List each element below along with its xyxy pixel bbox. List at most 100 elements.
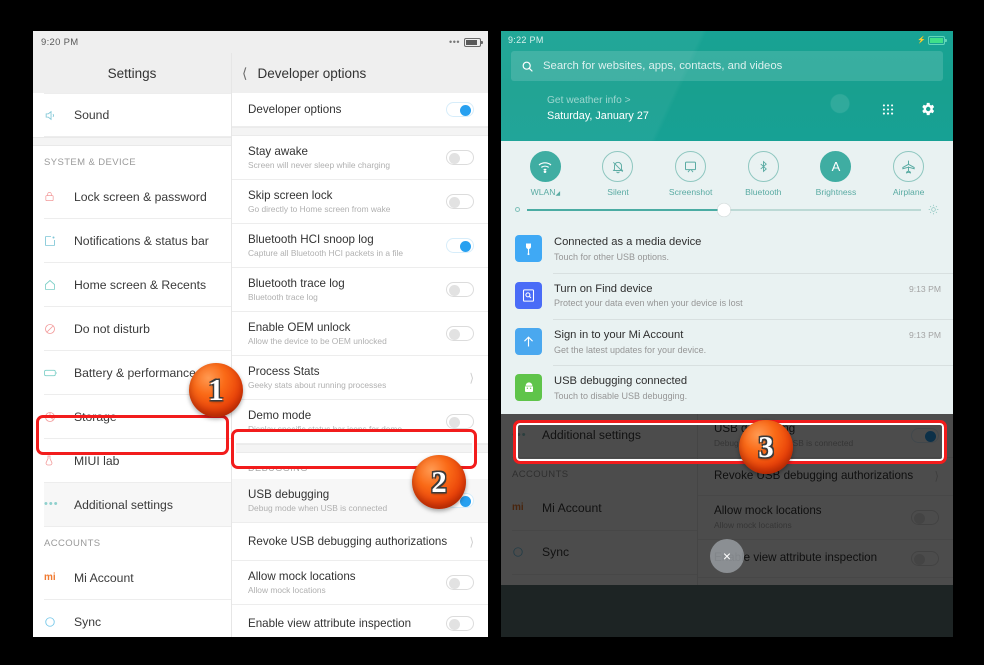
sidebar-item-additional-settings[interactable]: ••• Additional settings [512, 414, 697, 458]
sidebar-item-additional-settings[interactable]: ••• Additional settings [44, 483, 231, 527]
row-usb-debugging[interactable]: USB debugging Debug mode when USB is con… [698, 413, 953, 458]
sidebar-item-label: MIUI lab [74, 453, 120, 468]
sidebar-item-sync[interactable]: Sync [44, 600, 231, 637]
row-demo-mode[interactable]: Demo mode Display specific status bar ic… [232, 400, 488, 444]
notification-list: Connected as a media device Touch for ot… [501, 223, 953, 414]
usb-debugging-toggle[interactable] [911, 427, 939, 443]
get-weather-link[interactable]: Get weather info > [547, 93, 649, 108]
sidebar-item-mi-account[interactable]: mi Mi Account [44, 556, 231, 600]
sidebar-item-label: Sync [74, 614, 102, 629]
enable-oem-unlock-toggle[interactable] [446, 326, 474, 341]
quick-toggle-screenshot[interactable]: Screenshot [662, 151, 720, 197]
sidebar-item-label: Home screen & Recents [74, 277, 207, 292]
row-sublabel: Allow mock locations [714, 519, 792, 530]
brightness-track[interactable] [527, 203, 921, 217]
notification-find-device[interactable]: Turn on Find device Protect your data ev… [501, 272, 953, 319]
sidebar-item-notifications[interactable]: Notifications & status bar [44, 219, 231, 263]
row-skip-screen-lock[interactable]: Skip screen lock Go directly to Home scr… [232, 180, 488, 224]
row-bluetooth-hci-snoop-log[interactable]: Bluetooth HCI snoop log Capture all Blue… [232, 224, 488, 268]
sidebar-item-label: Storage [74, 409, 117, 424]
airplane-icon[interactable] [893, 151, 925, 183]
search-placeholder: Search for websites, apps, contacts, and… [543, 60, 783, 72]
quick-toggle-bluetooth[interactable]: Bluetooth [734, 151, 792, 197]
brightness-knob[interactable] [717, 203, 731, 217]
do-not-disturb-icon [44, 323, 74, 335]
quick-toggle-brightness[interactable]: A Brightness [807, 151, 865, 197]
sidebar-item-label: Mi Account [542, 501, 602, 516]
sidebar-item-home-screen[interactable]: Home screen & Recents [44, 263, 231, 307]
close-shade-button[interactable]: × [710, 538, 744, 573]
sidebar-item-lock-screen[interactable]: Lock screen & password [44, 175, 231, 219]
stay-awake-toggle[interactable] [446, 150, 474, 165]
sidebar-item-miui-lab[interactable]: MIUI lab [44, 439, 231, 483]
developer-options-master-row[interactable]: Developer options [232, 93, 488, 127]
row-revoke-usb-debugging[interactable]: Revoke USB debugging authorizations ⟩ [698, 457, 953, 496]
notification-subtitle: Touch for other USB options. [554, 252, 670, 263]
row-process-stats[interactable]: Process Stats Geeky stats about running … [232, 356, 488, 400]
row-bluetooth-trace-log[interactable]: Bluetooth trace log Bluetooth trace log [232, 268, 488, 312]
quick-toggle-label: Bluetooth [745, 187, 782, 198]
row-revoke-usb-debugging[interactable]: Revoke USB debugging authorizations ⟩ [232, 523, 488, 561]
row-enable-oem-unlock[interactable]: Enable OEM unlock Allow the device to be… [232, 312, 488, 356]
row-select-debug-app[interactable]: Select debug app No debug application se… [698, 577, 953, 585]
enable-view-attribute-inspection-toggle[interactable] [446, 616, 474, 631]
notification-title: Connected as a media device [554, 236, 702, 249]
gear-icon[interactable] [919, 101, 936, 118]
sidebar-item-mi-account[interactable]: mi Mi Account [512, 487, 697, 531]
quick-settings-panel: WLAN◢ Silent Screenshot Bluetooth A Brig… [501, 141, 953, 224]
bluetooth-icon[interactable] [747, 151, 779, 183]
sidebar-item-label: Additional settings [542, 428, 641, 443]
allow-mock-locations-toggle[interactable] [446, 575, 474, 590]
developer-options-toggle[interactable] [446, 102, 474, 117]
chevron-right-icon: ⟩ [934, 469, 939, 484]
sidebar-item-label: Mi Account [74, 570, 134, 585]
row-sublabel: Allow the device to be OEM unlocked [248, 336, 387, 347]
notification-subtitle: Touch to disable USB debugging. [554, 390, 688, 401]
brightness-slider[interactable] [501, 197, 953, 217]
row-enable-view-attribute-inspection[interactable]: Enable view attribute inspection [232, 605, 488, 637]
sidebar-item-do-not-disturb[interactable]: Do not disturb [44, 307, 231, 351]
storage-icon [44, 411, 74, 423]
expand-caret-icon[interactable]: ◢ [555, 191, 560, 197]
enable-view-attribute-inspection-toggle[interactable] [911, 550, 939, 566]
status-right-icons: ⚡ [917, 35, 947, 45]
badge-number: 3 [758, 429, 774, 464]
notification-usb-debugging-connected[interactable]: USB debugging connected Touch to disable… [501, 365, 953, 413]
quick-toggle-airplane[interactable]: Airplane [880, 151, 938, 197]
auto-brightness-icon[interactable]: A [820, 151, 852, 183]
sidebar-item-label: Additional settings [74, 497, 173, 512]
usb-icon [515, 235, 542, 263]
settings-list: Sound SYSTEM & DEVICE Lock screen & pass… [33, 93, 231, 637]
sidebar-item-sync[interactable]: Sync [512, 531, 697, 575]
row-stay-awake[interactable]: Stay awake Screen will never sleep while… [232, 136, 488, 180]
notification-mi-account[interactable]: Sign in to your Mi Account Get the lates… [501, 319, 953, 365]
quick-toggle-wlan[interactable]: WLAN◢ [516, 151, 574, 197]
sidebar-item-sound[interactable]: Sound [44, 93, 231, 137]
notification-title: USB debugging connected [554, 375, 688, 388]
wifi-icon[interactable] [529, 151, 561, 183]
row-allow-mock-locations[interactable]: Allow mock locations Allow mock location… [232, 561, 488, 605]
bluetooth-trace-log-toggle[interactable] [446, 282, 474, 297]
more-dots-icon: ••• [449, 36, 460, 47]
chevron-right-icon: ⟩ [469, 370, 474, 385]
row-label: Allow mock locations [714, 504, 822, 518]
row-label: Bluetooth HCI snoop log [248, 232, 374, 246]
notification-usb-media[interactable]: Connected as a media device Touch for ot… [501, 226, 953, 272]
quick-toggle-silent[interactable]: Silent [589, 151, 647, 197]
chevron-left-icon[interactable]: ⟨ [242, 66, 247, 80]
skip-screen-lock-toggle[interactable] [446, 194, 474, 209]
demo-mode-toggle[interactable] [446, 414, 474, 429]
row-label: Demo mode [248, 408, 312, 422]
bluetooth-hci-snoop-log-toggle[interactable] [446, 238, 474, 253]
row-allow-mock-locations[interactable]: Allow mock locations Allow mock location… [698, 495, 953, 540]
search-input[interactable]: Search for websites, apps, contacts, and… [511, 51, 943, 81]
row-label: Enable view attribute inspection [248, 616, 412, 630]
sound-icon [44, 109, 74, 122]
home-icon [44, 279, 74, 291]
apps-grid-icon[interactable] [881, 102, 895, 116]
screenshot-icon[interactable] [675, 151, 707, 183]
bell-off-icon[interactable] [602, 151, 634, 183]
notification-subtitle: Protect your data even when your device … [554, 298, 743, 309]
notification-subtitle: Get the latest updates for your device. [554, 344, 707, 355]
allow-mock-locations-toggle[interactable] [911, 509, 939, 525]
